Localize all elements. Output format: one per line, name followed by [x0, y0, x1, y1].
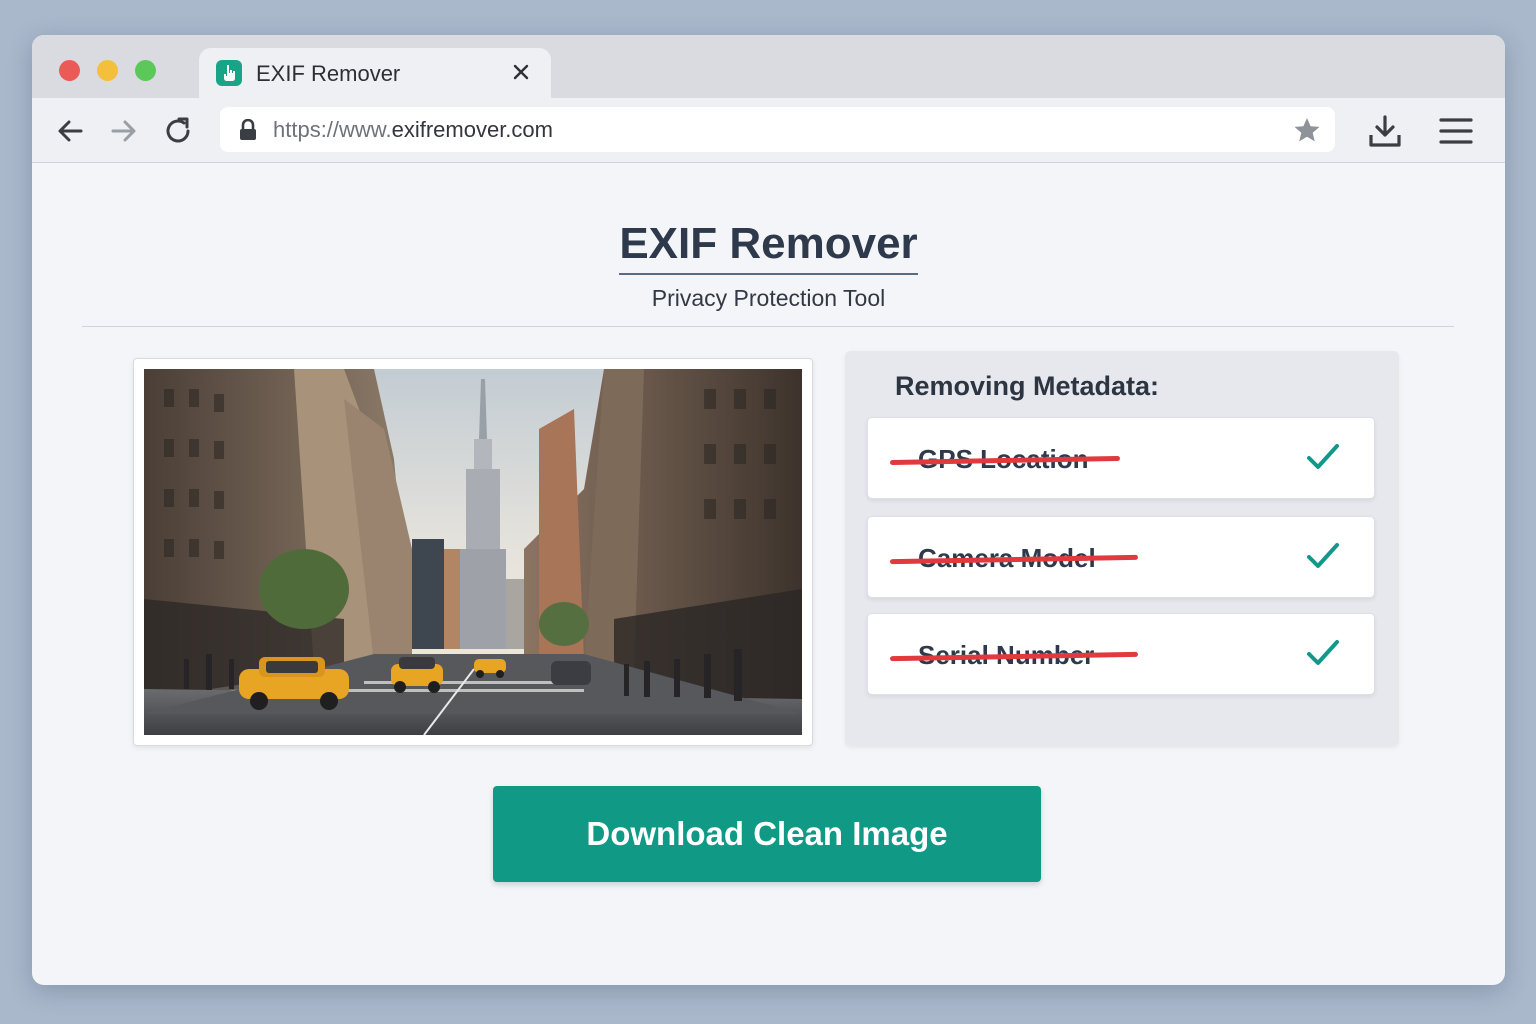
- star-icon[interactable]: [1293, 117, 1321, 148]
- url-text: https://www.exifremover.com: [273, 117, 553, 143]
- page-title-wrap: EXIF Remover: [32, 219, 1505, 275]
- divider: [82, 326, 1454, 327]
- check-icon: [1306, 442, 1340, 477]
- close-window-button[interactable]: [59, 60, 80, 81]
- browser-toolbar: https://www.exifremover.com: [32, 98, 1505, 163]
- back-arrow-icon[interactable]: [54, 115, 86, 147]
- maximize-window-button[interactable]: [135, 60, 156, 81]
- download-clean-image-button[interactable]: Download Clean Image: [493, 786, 1041, 882]
- tab-title: EXIF Remover: [256, 61, 401, 86]
- app-favicon-icon: [216, 60, 242, 86]
- page-subtitle: Privacy Protection Tool: [651, 285, 886, 311]
- forward-arrow-icon[interactable]: [108, 115, 140, 147]
- close-icon[interactable]: [509, 60, 533, 84]
- browser-window: EXIF Remover https://www.exifremover.com…: [32, 35, 1505, 985]
- check-icon: [1306, 541, 1340, 576]
- street-photo: [144, 369, 802, 735]
- download-icon[interactable]: [1367, 114, 1403, 150]
- url-domain: exifremover.com: [391, 117, 553, 142]
- page-content: EXIF Remover Privacy Protection Tool Rem…: [32, 163, 1505, 985]
- metadata-heading: Removing Metadata:: [895, 371, 1160, 401]
- page-title: EXIF Remover: [619, 219, 918, 275]
- metadata-item-serial: Serial Number: [867, 613, 1375, 695]
- address-bar[interactable]: https://www.exifremover.com: [220, 107, 1335, 152]
- tab-exif-remover[interactable]: EXIF Remover: [199, 48, 551, 98]
- metadata-item-camera: Camera Model: [867, 516, 1375, 598]
- check-icon: [1306, 638, 1340, 673]
- tab-bar: EXIF Remover: [32, 35, 1505, 98]
- reload-icon[interactable]: [162, 115, 194, 147]
- metadata-item-gps: GPS Location: [867, 417, 1375, 499]
- url-protocol: https://www.: [273, 117, 392, 142]
- image-preview: [133, 358, 813, 746]
- lock-icon: [238, 118, 258, 146]
- metadata-panel: Removing Metadata: GPS Location Camera M…: [845, 351, 1399, 746]
- menu-icon[interactable]: [1438, 115, 1474, 147]
- minimize-window-button[interactable]: [97, 60, 118, 81]
